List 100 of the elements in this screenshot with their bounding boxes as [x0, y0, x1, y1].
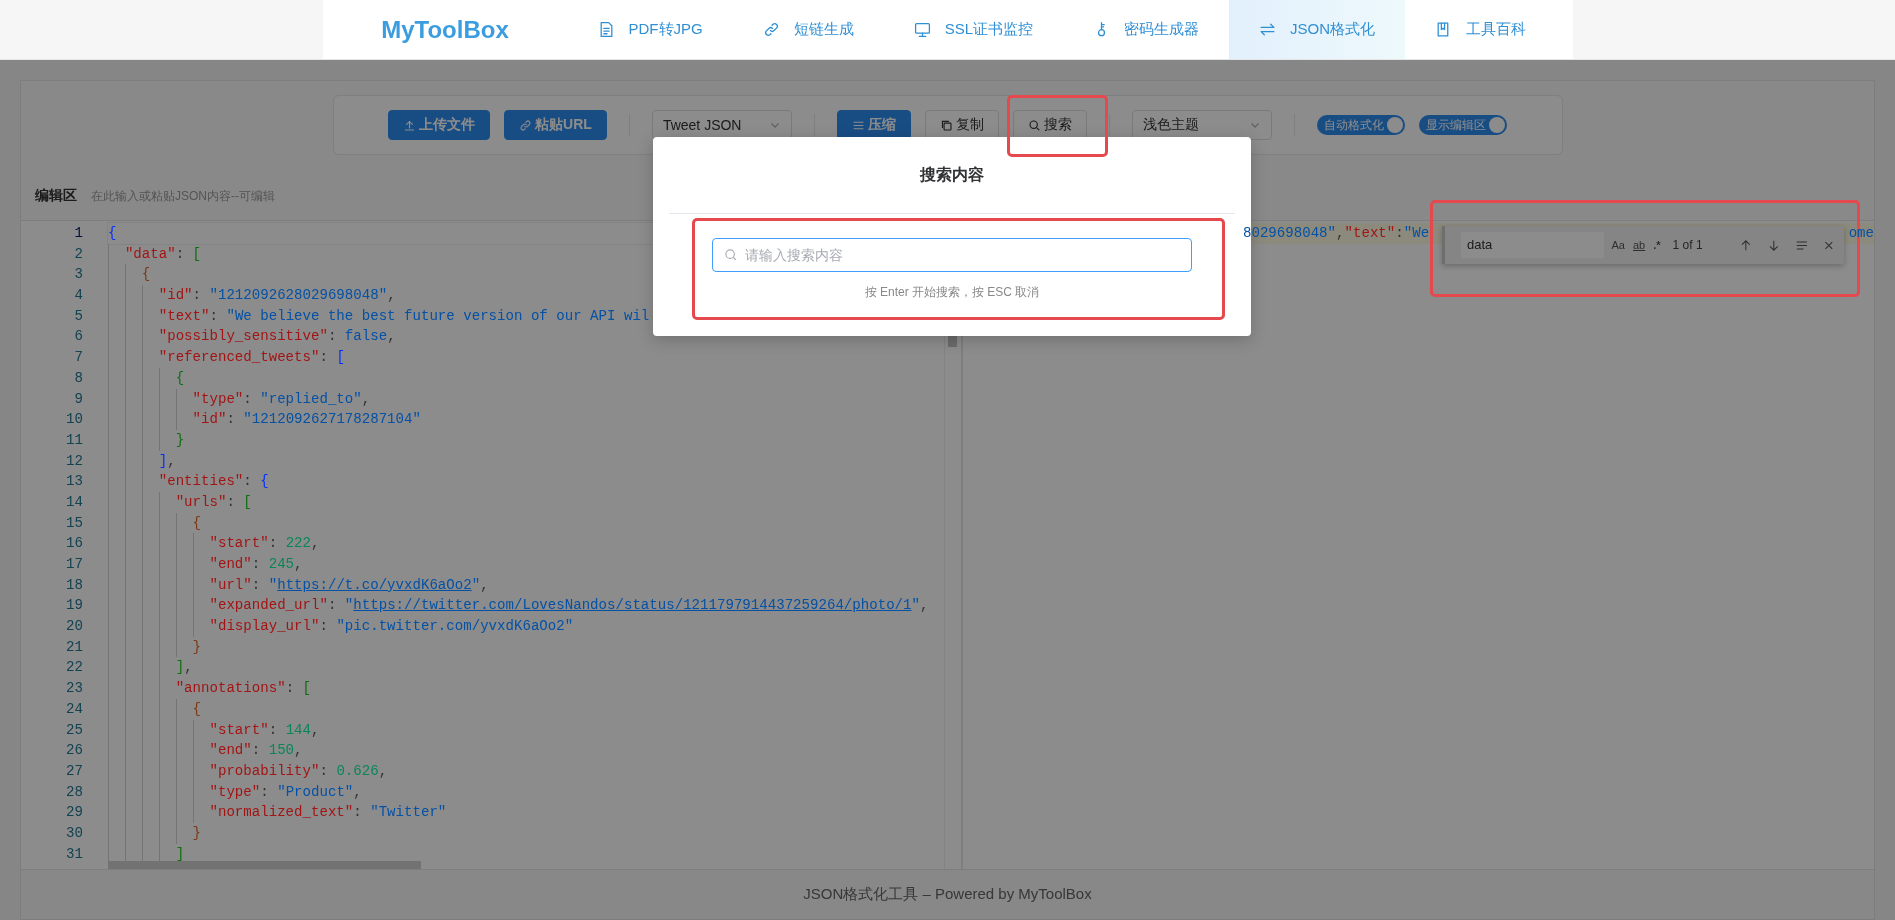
line-number: 3: [73, 265, 83, 285]
nav-tab[interactable]: 工具百科: [1405, 0, 1557, 59]
line-number: 18: [65, 575, 83, 595]
copy-icon: [939, 118, 953, 132]
select-field[interactable]: 浅色主题: [1131, 110, 1272, 140]
line-number: 8: [73, 368, 83, 388]
match-count: 1 of 1: [1672, 238, 1704, 252]
nav-tab[interactable]: 密码生成器: [1063, 0, 1230, 59]
code-line: ],: [157, 452, 176, 469]
toolbar-button[interactable]: 粘贴URL: [504, 110, 607, 140]
line-number: 7: [73, 348, 83, 368]
code-line: "type": "replied_to",: [191, 390, 371, 407]
code-line: {: [140, 266, 151, 283]
code-editor[interactable]: [21, 221, 961, 869]
line-number: 16: [65, 534, 83, 554]
code-line: "start": 144,: [208, 721, 320, 738]
line-number: 10: [65, 410, 83, 430]
footer-text: JSON格式化工具 – Powered by MyToolBox: [803, 885, 1092, 904]
line-number: 31: [65, 844, 83, 864]
find-option[interactable]: .*: [1653, 239, 1661, 251]
toolbar-button[interactable]: 上传文件: [388, 110, 491, 140]
line-number: 21: [65, 637, 83, 657]
code-line: "id": "1212092627178287104": [191, 411, 421, 428]
line-number: 5: [73, 306, 83, 326]
line-number: 22: [65, 658, 83, 678]
code-line: "end": 150,: [208, 742, 303, 759]
code-line: {: [174, 369, 185, 386]
code-line: "probability": 0.626,: [208, 762, 388, 779]
switch-label: 自动格式化: [1323, 116, 1384, 134]
line-number: 1: [73, 224, 83, 243]
code-line: ]: [174, 845, 185, 862]
nav-tab[interactable]: 短链生成: [732, 0, 884, 59]
scrollbar-thumb[interactable]: [108, 861, 421, 869]
select-value: Tweet JSON: [662, 117, 742, 133]
line-number: 26: [65, 741, 83, 761]
line-number: 4: [73, 286, 83, 306]
line-number: 23: [65, 679, 83, 699]
dialog-title: 搜索内容: [669, 137, 1235, 214]
code-line: ],: [174, 659, 193, 676]
monitor-icon: [913, 21, 931, 38]
code-line: "end": 245,: [208, 556, 303, 572]
toolbar-button[interactable]: 压缩: [836, 110, 911, 140]
find-input[interactable]: data: [1461, 232, 1604, 258]
search-field[interactable]: 请输入搜索内容: [712, 238, 1192, 272]
search-icon: [724, 248, 738, 262]
code-line: "expanded_url": "https://twitter.com/LovesNandos/status/1211797914437259264/photo/1",: [208, 597, 929, 614]
line-number: 6: [73, 327, 83, 347]
upload-icon: [403, 118, 417, 132]
code-line: "id": "1212092628029698048",: [157, 287, 396, 304]
code-line: "normalized_text": "Twitter": [208, 804, 447, 821]
link-icon: [762, 21, 780, 38]
toggle-switch[interactable]: 自动格式化: [1316, 115, 1405, 135]
section-title: 编辑区: [35, 187, 77, 205]
code-line: "urls": [: [174, 493, 252, 510]
nav-tab[interactable]: PDF转JPG: [567, 0, 733, 59]
line-number: 11: [65, 430, 83, 450]
code-line: "start": 222,: [208, 535, 320, 552]
line-number: 27: [65, 761, 83, 781]
line-number: 12: [65, 451, 83, 471]
find-option[interactable]: ab: [1633, 239, 1646, 251]
toolbar-button[interactable]: 搜索: [1012, 110, 1087, 140]
line-number: 9: [73, 389, 83, 409]
line-number: 13: [65, 472, 83, 492]
code-line: }: [191, 638, 202, 655]
code-line: "display_url": "pic.twitter.com/yvxdK6aOo2": [208, 618, 574, 635]
code-line: }: [174, 431, 185, 448]
line-number: 25: [65, 720, 83, 740]
code-line: {: [108, 225, 117, 241]
code-line: {: [191, 700, 202, 717]
find-option[interactable]: Aa: [1611, 239, 1625, 251]
modal-overlay[interactable]: [0, 60, 1895, 920]
line-number: 2: [73, 244, 83, 264]
line-number: 24: [65, 699, 83, 719]
line-number: 29: [65, 803, 83, 823]
code-line: "data": [: [123, 245, 202, 262]
code-line: "referenced_tweets": [: [157, 349, 345, 366]
code-line: "entities": {: [157, 473, 269, 490]
logo[interactable]: MyToolBox: [322, 15, 568, 44]
line-number: 20: [65, 617, 83, 637]
code-line: "type": "Product",: [208, 783, 362, 800]
arrows-icon: [1259, 21, 1277, 38]
nav-tab[interactable]: SSL证书监控: [883, 0, 1064, 59]
line-number: 28: [65, 782, 83, 802]
code-line: "possibly_sensitive": false,: [157, 328, 396, 345]
code-line: "url": "https://t.co/yvxdK6aOo2",: [208, 576, 489, 593]
line-number: 30: [65, 823, 83, 843]
line-number: 19: [65, 596, 83, 616]
toolbar-button[interactable]: 复制: [924, 110, 999, 140]
nav-tab[interactable]: JSON格式化: [1229, 0, 1406, 59]
code-line: {: [191, 514, 202, 531]
select-value: 浅色主题: [1142, 116, 1199, 134]
line-number: 14: [65, 492, 83, 512]
select-field[interactable]: Tweet JSON: [651, 110, 792, 140]
code-line: "annotations": [: [174, 680, 311, 697]
search-icon: [1027, 118, 1041, 132]
line-number: 15: [65, 513, 83, 533]
line-number: 17: [65, 555, 83, 574]
toggle-switch[interactable]: 显示编辑区: [1418, 115, 1507, 135]
code-line: }: [191, 824, 202, 841]
link-icon: [519, 118, 533, 132]
